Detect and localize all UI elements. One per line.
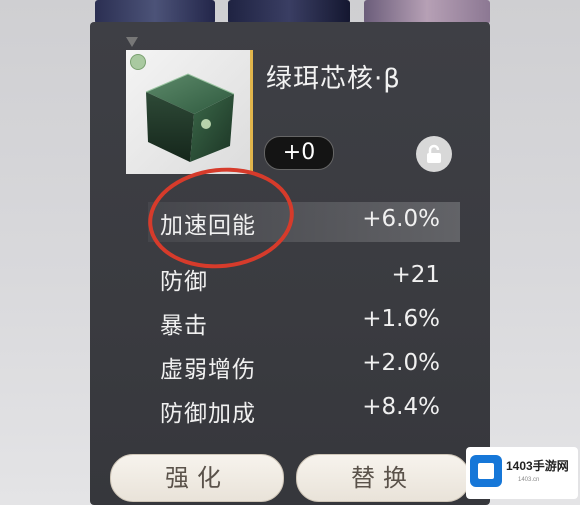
stat-value: +21 — [391, 262, 440, 288]
green-crystal-cube-icon — [145, 73, 235, 162]
watermark-subtext: 1403.cn — [518, 477, 540, 483]
stat-row: 防御加成 +8.4% — [90, 390, 490, 430]
level-badge: +0 — [264, 136, 334, 170]
watermark-text: 1403手游网 — [506, 459, 569, 473]
replace-button[interactable]: 替换 — [296, 454, 470, 502]
stat-label: 防御加成 — [160, 401, 256, 427]
stat-row: 暴击 +1.6% — [90, 302, 490, 342]
stat-label: 防御 — [160, 269, 208, 295]
stat-row: 加速回能 +6.0% — [148, 202, 460, 242]
unlock-icon — [427, 144, 441, 163]
stat-value: +8.4% — [362, 394, 440, 420]
stat-row: 虚弱增伤 +2.0% — [90, 346, 490, 386]
watermark-logo: 1403手游网 1403.cn — [466, 447, 578, 499]
stat-label: 暴击 — [160, 313, 208, 339]
logo-cube-icon — [470, 455, 502, 487]
stat-row: 防御 +21 — [90, 258, 490, 298]
background-tile — [228, 0, 350, 24]
stat-label: 加速回能 — [160, 213, 256, 239]
stat-value: +6.0% — [362, 206, 440, 232]
item-detail-panel: 绿珥芯核·β +0 加速回能 +6.0% 防御 +21 暴击 +1.6% 虚弱增… — [90, 22, 490, 505]
item-icon-frame[interactable] — [126, 50, 253, 174]
item-name: 绿珥芯核·β — [266, 64, 401, 94]
lock-button[interactable] — [416, 136, 452, 172]
enhance-button[interactable]: 强化 — [110, 454, 284, 502]
stat-value: +1.6% — [362, 306, 440, 332]
background-tile — [364, 0, 490, 24]
arrow-down-icon — [126, 37, 138, 47]
stat-label: 虚弱增伤 — [160, 357, 256, 383]
stat-value: +2.0% — [362, 350, 440, 376]
background-tile — [95, 0, 215, 24]
